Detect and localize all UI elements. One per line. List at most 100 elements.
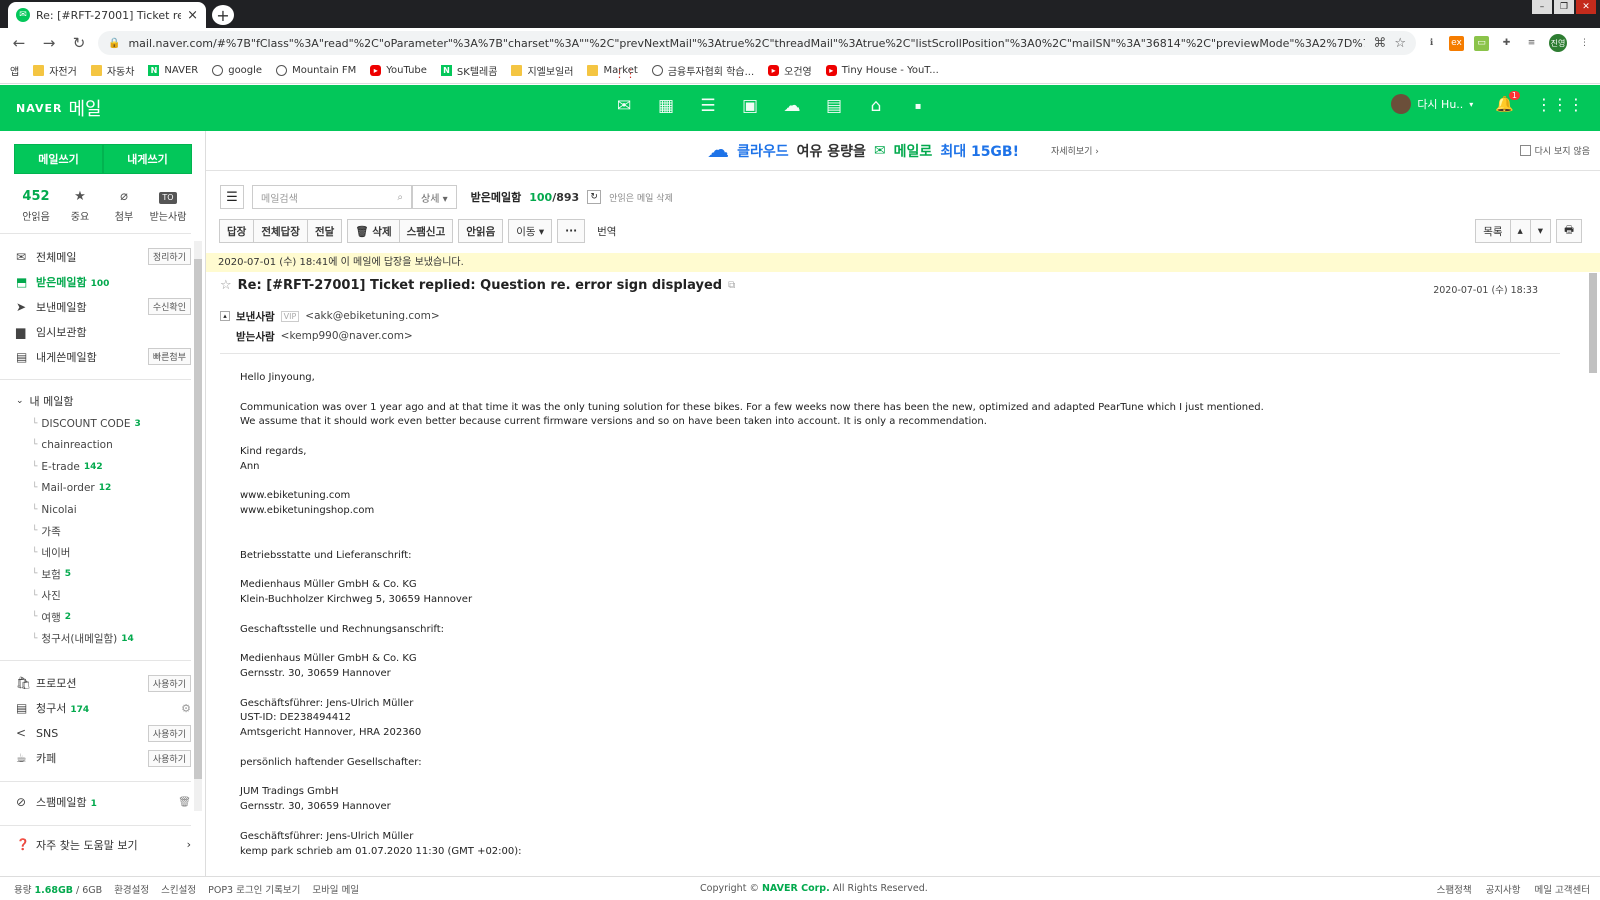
from-address[interactable]: <akk@ebiketuning.com> <box>305 310 439 322</box>
reload-icon[interactable]: ↻ <box>68 32 90 54</box>
memo-app-icon[interactable]: ▤ <box>824 95 844 117</box>
extension-ex-icon[interactable]: ex <box>1449 35 1464 51</box>
folder-action-button[interactable]: 빠른첨부 <box>147 348 191 365</box>
sidebar-item-smart[interactable]: ☕ 카페 사용하기 <box>0 746 205 771</box>
bookmark-item[interactable]: ▸ 오건영 <box>768 63 812 78</box>
extensions-puzzle-icon[interactable]: ✚ <box>1499 36 1514 51</box>
sidebar-subfolder[interactable]: └ 청구서(내메일함) 14 <box>0 628 205 650</box>
footer-link[interactable]: 모바일 메일 <box>312 882 359 896</box>
help-link[interactable]: ❓ 자주 찾는 도움말 보기 › <box>0 834 205 856</box>
footer-right-link[interactable]: 스팸정책 <box>1437 882 1472 896</box>
extension-info-icon[interactable]: ℹ <box>1424 36 1439 51</box>
reply-all-button[interactable]: 전체답장 <box>253 219 308 243</box>
sidebar-subfolder[interactable]: └ E-trade 142 <box>0 456 205 478</box>
next-mail-button[interactable]: ▾ <box>1529 219 1552 243</box>
attachment-filter[interactable]: ⌀ 첨부 <box>102 188 146 223</box>
bookmark-star-icon[interactable]: ☆ <box>1394 36 1406 51</box>
promo-more-link[interactable]: 자세히보기 › <box>1051 144 1099 157</box>
mark-unread-button[interactable]: 안읽음 <box>458 219 504 243</box>
reading-list-icon[interactable]: ≡ <box>1524 36 1539 51</box>
gear-icon[interactable]: ⚙ <box>181 702 191 715</box>
sidebar-subfolder[interactable]: └ DISCOUNT CODE 3 <box>0 413 205 435</box>
enable-button[interactable]: 사용하기 <box>147 724 191 742</box>
sidebar-item-folder[interactable]: ✉ 전체메일 정리하기 <box>0 244 205 269</box>
todo-app-icon[interactable]: ☰ <box>698 95 718 117</box>
maximize-icon[interactable]: ❐ <box>1554 0 1574 14</box>
sidebar-item-smart[interactable]: < SNS 사용하기 <box>0 721 205 746</box>
list-button[interactable]: 목록 <box>1475 219 1511 243</box>
collapse-headers-icon[interactable]: ▴ <box>220 311 230 321</box>
sidebar-subfolder[interactable]: └ 사진 <box>0 585 205 607</box>
user-menu[interactable]: 다시 Hu.. ▾ <box>1391 94 1473 114</box>
naver-mail-logo[interactable]: NAVER 메일 <box>16 95 102 121</box>
delete-button[interactable]: 🗑 삭제 <box>347 219 400 243</box>
delete-unread-link[interactable]: 안읽은 메일 삭제 <box>609 191 673 204</box>
mail-scrollbar[interactable] <box>1588 255 1598 875</box>
promo-banner[interactable]: ☁ 클라우드 여유 용량을 ✉ 메일로 최대 15GB! 자세히보기 › 다시 … <box>206 131 1600 171</box>
to-address[interactable]: <kemp990@naver.com> <box>281 330 413 342</box>
detail-search-button[interactable]: 상세 ▾ <box>412 185 457 209</box>
more-app-icon[interactable]: ▪ <box>908 95 928 117</box>
footer-link[interactable]: 스킨설정 <box>161 882 196 896</box>
minimize-icon[interactable]: – <box>1532 0 1552 14</box>
refresh-icon[interactable]: ↻ <box>587 190 602 204</box>
unread-filter[interactable]: 452 안읽음 <box>14 188 58 223</box>
to-me-filter[interactable]: TO 받는사람 <box>146 188 190 223</box>
contacts-app-icon[interactable]: ▣ <box>740 95 760 117</box>
enable-button[interactable]: 사용하기 <box>147 674 191 692</box>
sidebar-subfolder[interactable]: └ 가족 <box>0 521 205 543</box>
office-app-icon[interactable]: ⌂ <box>866 95 886 117</box>
apps-grid-icon[interactable]: ⋮⋮⋮ <box>1536 95 1584 114</box>
sidebar-subfolder[interactable]: └ 보험 5 <box>0 564 205 586</box>
bookmark-item[interactable]: google <box>212 65 262 76</box>
sidebar-item-folder[interactable]: ▤ 내게쓴메일함 빠른첨부 <box>0 344 205 369</box>
sidebar-subfolder[interactable]: └ Nicolai <box>0 499 205 521</box>
bookmark-item[interactable]: Mountain FM <box>276 65 356 76</box>
enable-button[interactable]: 사용하기 <box>147 749 191 767</box>
browser-menu-icon[interactable]: ⋮ <box>1577 36 1592 51</box>
footer-right-link[interactable]: 메일 고객센터 <box>1535 882 1590 896</box>
sidebar-item-folder[interactable]: ▆ 임시보관함 <box>0 319 205 344</box>
cloud-app-icon[interactable]: ☁ <box>782 95 802 117</box>
compose-mail-button[interactable]: 메일쓰기 <box>14 144 103 174</box>
bookmark-item[interactable]: 지엘보일러 <box>511 63 573 78</box>
move-button[interactable]: 이동 ▾ <box>508 219 553 243</box>
vip-badge[interactable]: VIP <box>280 310 300 322</box>
menu-icon[interactable]: ☰ <box>220 185 244 209</box>
mail-search-input[interactable]: 메일검색 ⌕ <box>252 185 412 209</box>
sidebar-scrollbar[interactable] <box>194 241 202 811</box>
bookmark-item[interactable]: 자동차 <box>90 63 134 78</box>
more-options-button[interactable]: ··· <box>557 219 586 243</box>
extension-green-icon[interactable]: ▭ <box>1474 35 1489 51</box>
back-arrow-icon[interactable]: ← <box>8 32 30 54</box>
print-button[interactable]: 🖶 <box>1556 219 1582 243</box>
new-tab-button[interactable]: + <box>212 5 234 25</box>
sidebar-item-spam[interactable]: ⊘ 스팸메일함 1 🗑 <box>0 790 205 815</box>
folder-action-button[interactable]: 정리하기 <box>147 248 191 265</box>
important-filter[interactable]: ★ 중요 <box>58 188 102 223</box>
copy-link-icon[interactable]: ⧉ <box>728 280 735 291</box>
trash-icon[interactable]: 🗑 <box>178 797 191 808</box>
star-icon[interactable]: ☆ <box>220 278 232 293</box>
write-to-self-button[interactable]: 내게쓰기 <box>103 144 192 174</box>
bookmark-item[interactable]: N SK텔레콤 <box>440 63 497 78</box>
tab-close-icon[interactable]: × <box>187 8 198 23</box>
footer-link[interactable]: POP3 로그인 기록보기 <box>208 882 300 896</box>
bookmark-item[interactable]: ▸ Tiny House - YouT... <box>825 65 939 76</box>
active-tab[interactable]: ✉ Re: [#RFT-27001] Ticket replied: Quest… <box>8 2 206 28</box>
folder-action-button[interactable]: 수신확인 <box>147 298 191 315</box>
search-icon[interactable]: ⌕ <box>397 192 403 203</box>
translate-icon[interactable]: ⌘ <box>1373 36 1386 51</box>
sidebar-item-folder[interactable]: ⬒ 받은메일함 100 <box>0 269 205 294</box>
footer-right-link[interactable]: 공지사항 <box>1486 882 1521 896</box>
profile-avatar[interactable]: 진영 <box>1549 34 1567 52</box>
calendar-app-icon[interactable]: ▦ <box>656 95 676 117</box>
url-text[interactable]: mail.naver.com/#%7B"fClass"%3A"read"%2C"… <box>128 37 1365 50</box>
address-bar[interactable]: 🔒 mail.naver.com/#%7B"fClass"%3A"read"%2… <box>98 31 1416 55</box>
sidebar-subfolder[interactable]: └ chainreaction <box>0 435 205 457</box>
bookmark-item[interactable]: 자전거 <box>33 63 77 78</box>
reply-button[interactable]: 답장 <box>219 219 255 243</box>
forward-arrow-icon[interactable]: → <box>38 32 60 54</box>
sidebar-subfolder[interactable]: └ 여행 2 <box>0 607 205 629</box>
checkbox-icon[interactable] <box>1519 145 1531 156</box>
